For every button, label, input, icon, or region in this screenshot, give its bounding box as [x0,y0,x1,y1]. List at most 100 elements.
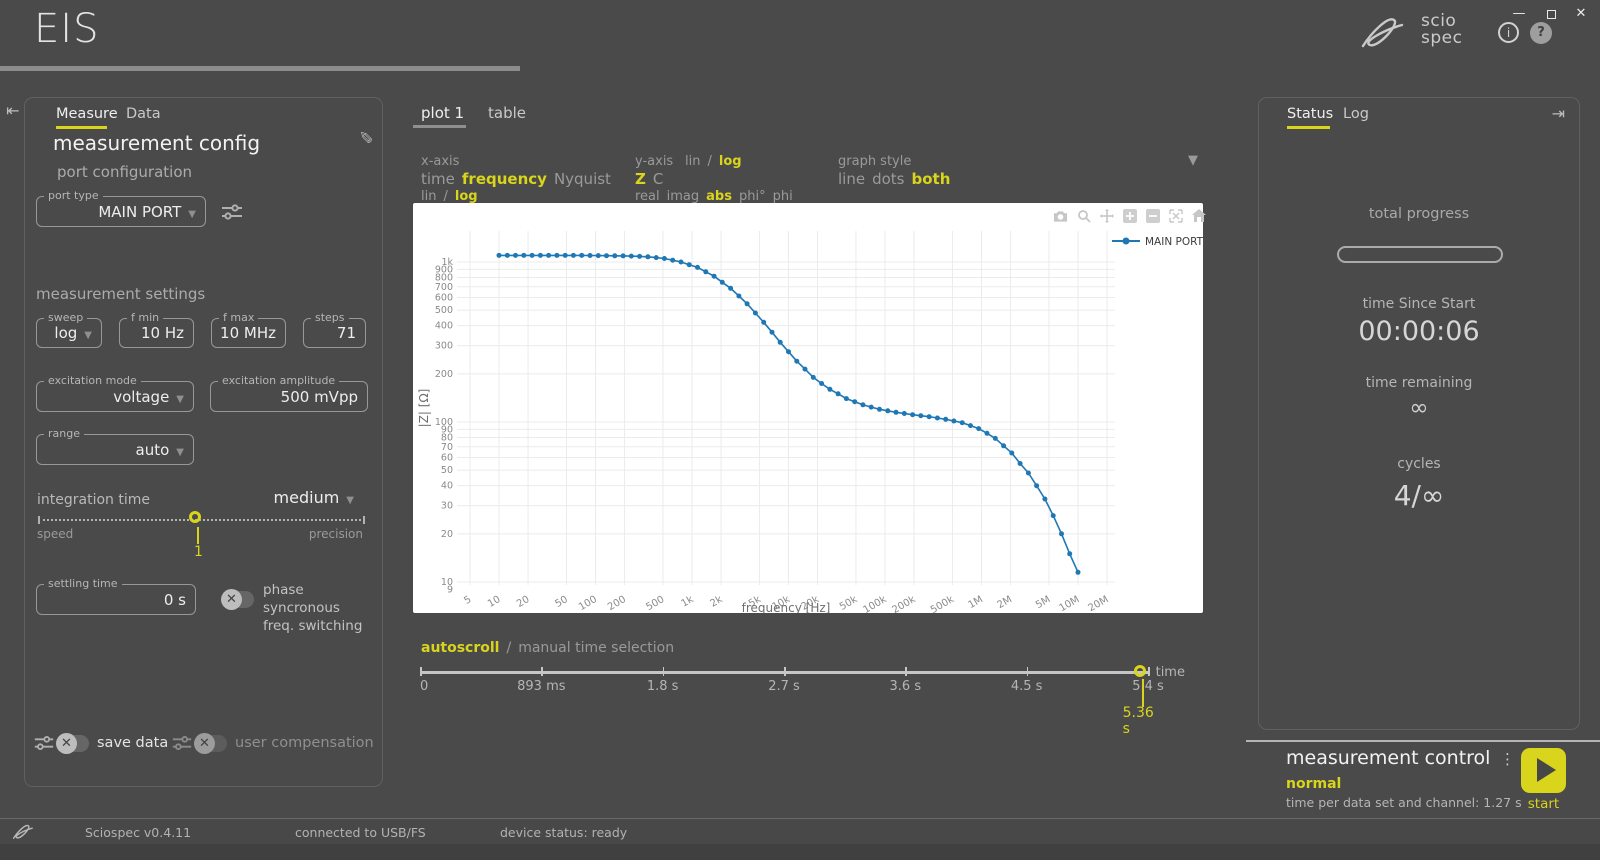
status-panel: Status Log ⇥ total progress time Since S… [1258,97,1580,730]
time-tick-label: 0 [420,679,429,694]
x-axis-label: x-axis [421,154,460,169]
excitation-amplitude-field[interactable]: excitation amplitude 500 mVpp [210,374,368,412]
option-frequency[interactable]: frequency [462,170,547,188]
option-autoscroll[interactable]: autoscroll [421,640,499,656]
settling-time-field[interactable]: settling time 0 s [36,577,196,615]
chevron-down-icon: ▼ [346,495,354,506]
port-settings-sliders-icon[interactable] [220,200,244,224]
integration-slider-thumb[interactable] [189,511,201,523]
svg-text:600: 600 [435,292,453,303]
svg-text:1M: 1M [967,594,985,611]
option-time[interactable]: time [421,170,455,188]
svg-text:100: 100 [577,594,599,613]
option-lin[interactable]: lin [421,189,436,204]
collapse-left-panel-icon[interactable]: ⇤ [6,101,19,120]
user-compensation-label: user compensation [235,735,374,751]
sweep-field[interactable]: sweep log ▼ [36,311,102,348]
option-real[interactable]: real [635,189,660,204]
range-field[interactable]: range auto ▼ [36,427,194,465]
maximize-icon [1546,10,1556,19]
cycles-label: cycles [1397,456,1441,472]
time-axis-label: time [1155,665,1185,680]
option-nyquist[interactable]: Nyquist [554,170,611,188]
autoscale-icon[interactable] [1169,209,1183,223]
phase-sync-label: phase syncronous freq. switching [263,582,363,634]
tab-plot1[interactable]: plot 1 [421,104,464,122]
integration-time-slider[interactable] [38,516,365,524]
help-icon[interactable]: ? [1530,22,1552,44]
zoom-icon[interactable] [1077,209,1091,223]
time-since-start-value: 00:00:06 [1358,316,1480,347]
port-configuration-heading: port configuration [57,163,193,181]
svg-text:10M: 10M [1058,594,1082,613]
kebab-menu-icon[interactable]: ⋮ [1500,750,1515,768]
info-icon[interactable]: i [1498,22,1519,43]
integration-time-select[interactable]: medium ▼ [274,488,354,507]
option-log[interactable]: log [719,154,742,169]
axis-controls-collapse-icon[interactable]: ▼ [1188,153,1198,168]
y-axis-quantity-options: ZC [635,170,663,188]
option-z[interactable]: Z [635,170,646,188]
camera-icon[interactable] [1053,209,1068,223]
f-max-field[interactable]: f max 10 MHz [211,311,286,348]
f-min-field[interactable]: f min 10 Hz [119,311,194,348]
option-separator: / [506,640,512,656]
measure-panel: Measure Data measurement config ✐ port c… [24,97,383,787]
pan-icon[interactable] [1100,209,1114,223]
option-both[interactable]: both [911,170,950,188]
app-title: EIS [34,6,100,52]
svg-text:20M: 20M [1087,594,1111,613]
excitation-mode-field[interactable]: excitation mode voltage ▼ [36,374,194,412]
time-slider[interactable]: 0 893 ms 1.8 s 2.7 s 3.6 s 4.5 s 5.4 s time 5.… [420,665,1185,737]
option-manual-time-selection[interactable]: manual time selection [518,640,674,656]
time-since-start-label: time Since Start [1362,296,1476,312]
slider-precision-label: precision [308,527,363,541]
save-data-toggle[interactable]: ✕ [56,733,89,754]
phase-sync-toggle[interactable]: ✕ [221,589,254,610]
device-status: device status: ready [500,825,628,840]
svg-text:70: 70 [441,442,453,453]
option-c[interactable]: C [653,170,663,188]
time-tick-label: 2.7 s [768,679,800,694]
svg-text:40: 40 [441,481,453,492]
time-slider-thumb[interactable] [1133,665,1146,677]
option-phi[interactable]: phi [773,189,793,204]
home-icon[interactable] [1192,209,1206,222]
option-phi-[interactable]: phi° [739,189,766,204]
svg-text:60: 60 [441,452,453,463]
option-line[interactable]: line [838,170,865,188]
zoom-out-icon[interactable] [1146,209,1160,223]
zoom-in-icon[interactable] [1123,209,1137,223]
minimize-button[interactable]: — [1508,6,1530,24]
edit-icon[interactable]: ✐ [359,129,373,149]
measurement-control-divider [1246,740,1600,742]
integration-time-label: integration time [37,492,150,508]
app-window: EIS scio spec — ✕ i ? ⇤ Measure Data mea… [0,0,1600,860]
option-lin[interactable]: lin [685,154,700,169]
user-compensation-settings-sliders-icon[interactable] [171,732,193,754]
user-compensation-toggle[interactable]: ✕ [194,733,227,754]
steps-field[interactable]: steps 71 [303,311,366,348]
collapse-right-panel-icon[interactable]: ⇥ [1552,104,1565,123]
option-log[interactable]: log [455,189,478,204]
svg-text:30: 30 [441,501,453,512]
option-abs[interactable]: abs [706,189,732,204]
save-data-settings-sliders-icon[interactable] [33,732,55,754]
option-dots[interactable]: dots [872,170,904,188]
tab-data[interactable]: Data [126,106,161,122]
app-version: Sciospec v0.4.11 [85,825,192,840]
tab-log[interactable]: Log [1343,106,1369,122]
svg-text:200: 200 [606,594,628,613]
port-type-field[interactable]: port type MAIN PORT ▼ [36,189,206,227]
time-tick [905,667,907,676]
time-tick-label: 893 ms [517,679,566,694]
close-button[interactable]: ✕ [1570,6,1592,24]
start-button[interactable] [1521,748,1566,793]
chart-plot-area[interactable]: 5 10 20 50 100 200 500 1k 2k 5k 10k 20k 50k 100k 200k 5… [413,203,1204,616]
tab-table[interactable]: table [488,104,526,122]
tab-measure[interactable]: Measure [56,106,118,122]
option-imag[interactable]: imag [667,189,700,204]
timeline-mode-options: autoscroll / manual time selection [421,640,674,656]
tab-status[interactable]: Status [1287,106,1333,122]
svg-text:700: 700 [435,282,453,293]
